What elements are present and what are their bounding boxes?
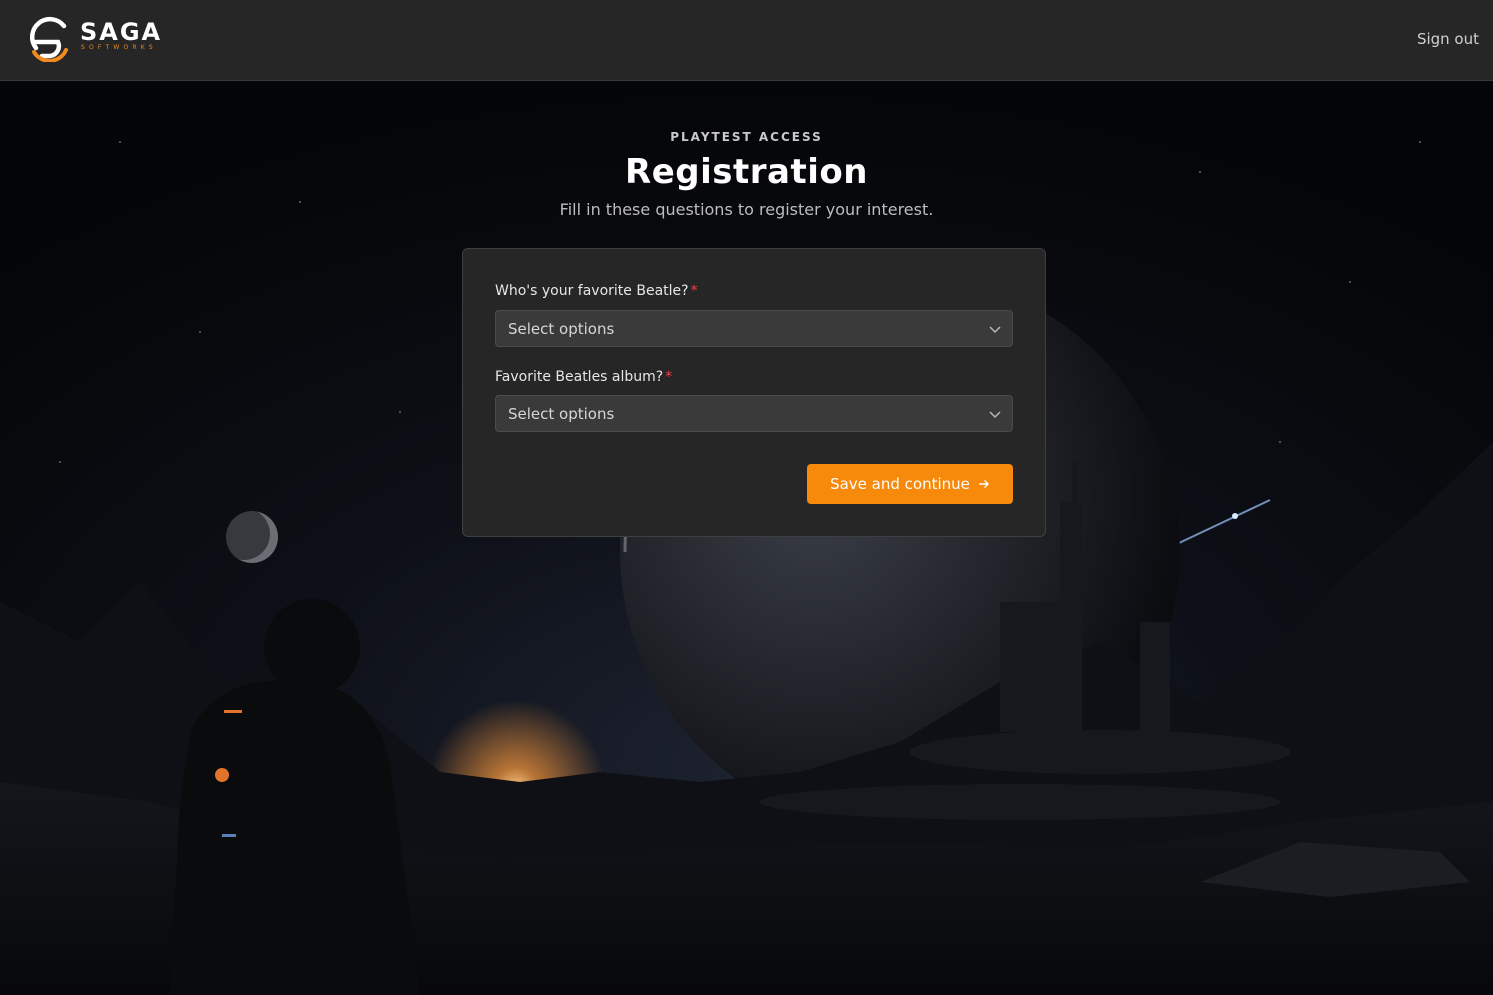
- saga-logo[interactable]: SAGA SOFTWORKS: [28, 16, 168, 63]
- favorite-beatle-select[interactable]: Select options: [495, 310, 1013, 347]
- arrow-right-icon: [978, 480, 989, 488]
- save-button-label: Save and continue: [830, 475, 970, 493]
- save-and-continue-button[interactable]: Save and continue: [807, 464, 1013, 504]
- saga-logo-icon: [29, 16, 68, 63]
- required-asterisk: *: [690, 283, 698, 299]
- logo-subtext: SOFTWORKS: [81, 44, 157, 51]
- registration-form-card: Who's your favorite Beatle? * Select opti…: [462, 248, 1046, 537]
- eyebrow-label: PLAYTEST ACCESS: [670, 130, 823, 144]
- chevron-down-icon: [989, 326, 1001, 334]
- select-placeholder: Select options: [508, 405, 615, 423]
- chevron-down-icon: [989, 411, 1001, 419]
- field-label-favorite-beatle: Who's your favorite Beatle? *: [495, 283, 698, 299]
- page-subtitle: Fill in these questions to register your…: [559, 200, 934, 219]
- select-placeholder: Select options: [508, 320, 615, 338]
- required-asterisk: *: [665, 369, 673, 385]
- sign-out-link[interactable]: Sign out: [1417, 30, 1479, 48]
- field-label-favorite-album: Favorite Beatles album? *: [495, 369, 673, 385]
- top-bar: SAGA SOFTWORKS Sign out: [0, 0, 1493, 81]
- favorite-album-select[interactable]: Select options: [495, 395, 1013, 432]
- logo-wordmark: SAGA: [80, 18, 163, 46]
- page-title: Registration: [625, 152, 868, 192]
- page-heading: PLAYTEST ACCESS Registration Fill in the…: [0, 130, 1493, 219]
